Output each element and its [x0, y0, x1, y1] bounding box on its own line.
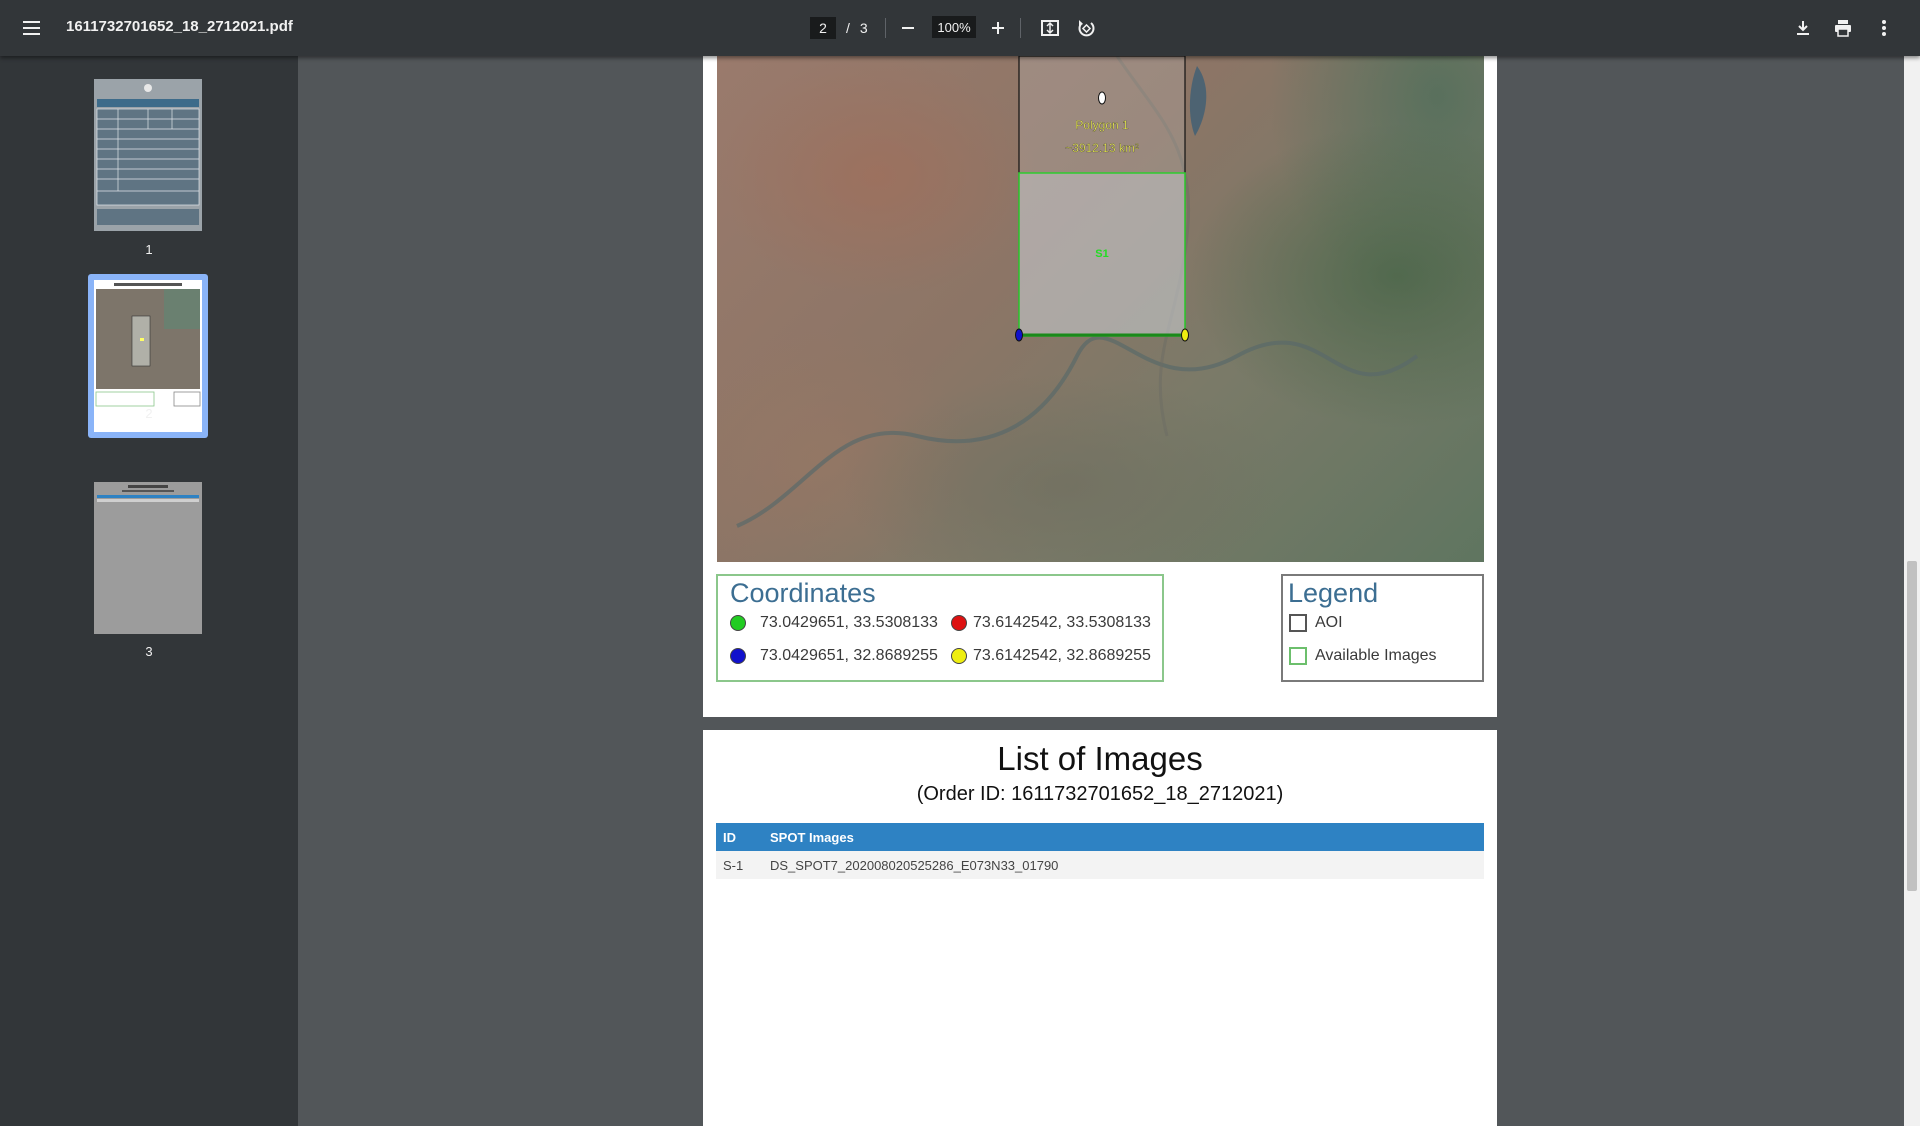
coordinate-text: 73.0429651, 33.5308133: [760, 614, 938, 631]
download-button[interactable]: [1790, 15, 1816, 41]
zoom-input[interactable]: [932, 16, 976, 38]
blue-dot-icon: [730, 648, 746, 664]
print-button[interactable]: [1830, 15, 1856, 41]
thumbnail-label: 3: [145, 644, 153, 659]
coordinates-box: Coordinates 73.0429651, 33.5308133 73.61…: [716, 574, 1164, 682]
legend-label: AOI: [1315, 614, 1343, 631]
page-selector: / 3: [810, 16, 868, 40]
column-header-spot-images: SPOT Images: [770, 830, 854, 845]
coordinate-text: 73.6142542, 33.5308133: [973, 614, 1151, 631]
total-pages: 3: [859, 20, 868, 36]
fit-page-button[interactable]: [1037, 15, 1063, 41]
more-vert-icon: [1882, 20, 1886, 36]
rotate-icon: [1078, 20, 1095, 37]
vertical-scrollbar[interactable]: [1904, 56, 1920, 1126]
thumbnail-page-1[interactable]: [94, 79, 202, 231]
pdf-toolbar: 1611732701652_18_2712021.pdf / 3: [0, 0, 1920, 56]
plus-icon: [992, 22, 1004, 34]
legend-box: Legend AOI Available Images: [1281, 574, 1484, 682]
satellite-map: Polygon 1 ~3912.13 km² S1: [717, 56, 1484, 562]
minus-icon: [902, 27, 914, 29]
document-title: 1611732701652_18_2712021.pdf: [66, 18, 293, 35]
legend-title: Legend: [1288, 578, 1379, 608]
coordinate-item: 73.6142542, 33.5308133: [951, 614, 1151, 632]
list-title: List of Images: [997, 740, 1203, 777]
toolbar-divider: [885, 18, 886, 38]
column-header-id: ID: [723, 830, 736, 845]
red-dot-icon: [951, 615, 967, 631]
pdf-page-2: Polygon 1 ~3912.13 km² S1 Coordinates 73…: [703, 56, 1497, 717]
coordinate-text: 73.6142542, 32.8689255: [973, 647, 1151, 664]
zoom-in-button[interactable]: [985, 15, 1011, 41]
thumbnail-label: 1: [145, 242, 153, 257]
page-separator: /: [846, 20, 850, 36]
coordinate-text: 73.0429651, 32.8689255: [760, 647, 938, 664]
print-icon: [1835, 20, 1851, 37]
page-number-input[interactable]: [810, 17, 836, 39]
coordinate-item: 73.0429651, 32.8689255: [730, 647, 938, 665]
images-table-header: ID SPOT Images: [716, 823, 1484, 851]
polygon-label: Polygon 1: [1075, 118, 1129, 132]
available-images-swatch-icon: [1289, 647, 1307, 665]
map-overlay: Polygon 1 ~3912.13 km² S1: [736, 56, 1419, 528]
yellow-dot-icon: [951, 648, 967, 664]
thumbnail-page-3[interactable]: [94, 482, 202, 634]
polygon-area: ~3912.13 km²: [1065, 141, 1139, 155]
cell-image-name: DS_SPOT7_202008020525286_E073N33_01790: [770, 858, 1059, 873]
document-viewer: Polygon 1 ~3912.13 km² S1 Coordinates 73…: [298, 56, 1904, 1126]
more-options-button[interactable]: [1871, 15, 1897, 41]
toolbar-divider: [1020, 18, 1021, 38]
menu-icon[interactable]: [20, 16, 44, 40]
table-row: S-1 DS_SPOT7_202008020525286_E073N33_017…: [716, 851, 1484, 879]
thumbnail-sidebar: 1 2 3: [0, 56, 298, 1126]
legend-item-aoi: AOI: [1289, 614, 1343, 632]
page-3-preview: [94, 482, 202, 634]
scene-label: S1: [1095, 248, 1108, 260]
fit-to-page-icon: [1041, 20, 1059, 36]
scrollbar-thumb[interactable]: [1907, 561, 1917, 891]
cell-id: S-1: [723, 858, 744, 873]
download-icon: [1797, 21, 1809, 35]
coordinate-item: 73.0429651, 33.5308133: [730, 614, 938, 632]
legend-label: Available Images: [1315, 647, 1437, 664]
coordinate-item: 73.6142542, 32.8689255: [951, 647, 1151, 665]
aoi-swatch-icon: [1289, 614, 1307, 632]
order-id-subtitle: (Order ID: 1611732701652_18_2712021): [916, 783, 1284, 805]
legend-item-available-images: Available Images: [1289, 647, 1437, 665]
coordinates-title: Coordinates: [730, 578, 876, 608]
zoom-out-button[interactable]: [895, 15, 921, 41]
rotate-button[interactable]: [1073, 15, 1099, 41]
green-dot-icon: [730, 615, 746, 631]
pdf-page-3: List of Images (Order ID: 1611732701652_…: [703, 730, 1497, 1126]
page-1-preview: [94, 79, 202, 231]
thumbnail-label: 2: [145, 406, 153, 421]
